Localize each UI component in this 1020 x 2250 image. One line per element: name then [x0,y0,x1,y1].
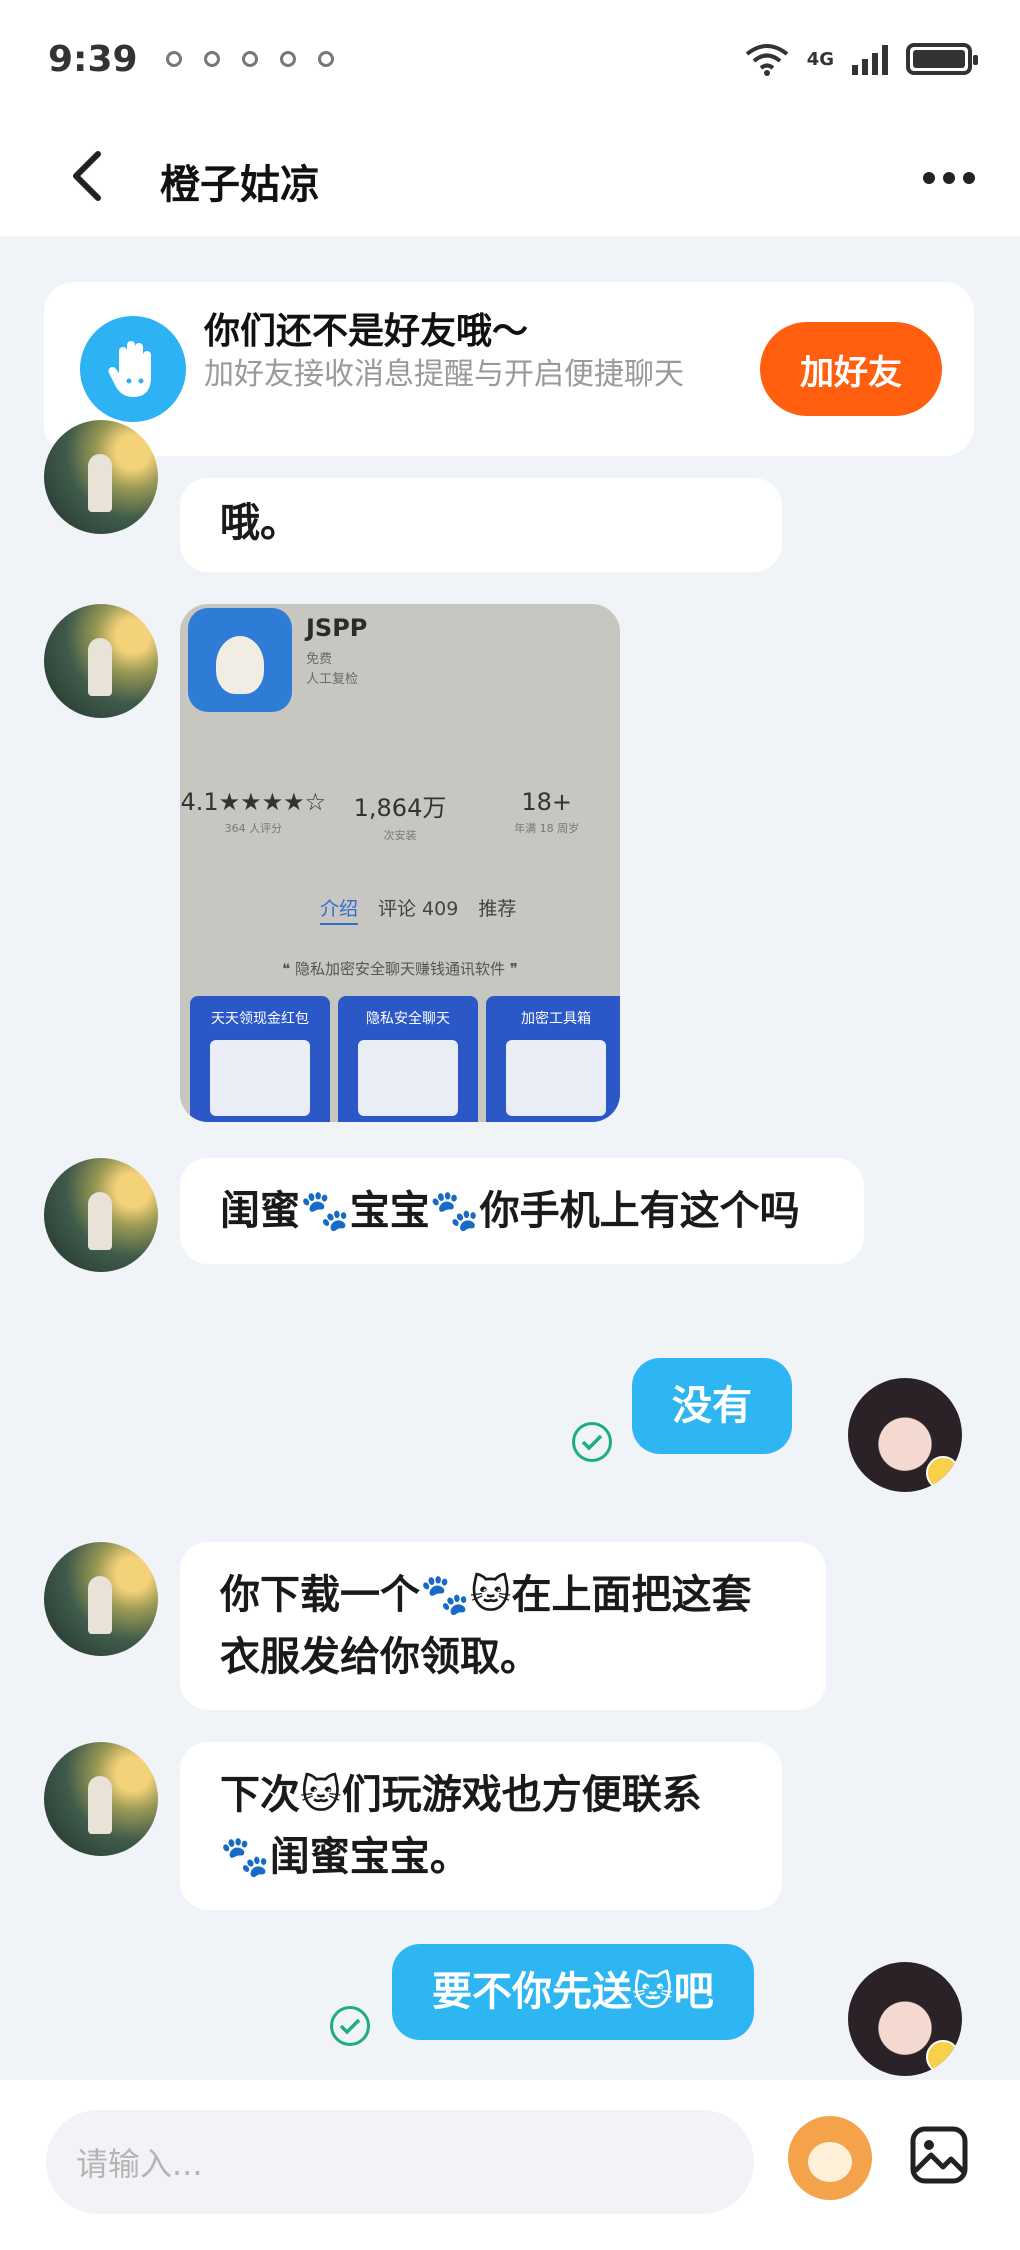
read-check-icon [572,1422,612,1462]
age-stat: 18+ 年满 18 周岁 [473,788,620,843]
message-bubble[interactable]: 下次🐱们玩游戏也方便联系🐾闺蜜宝宝。 [180,1742,782,1910]
message-input[interactable]: 请输入... [46,2110,754,2214]
chevron-left-icon [73,151,101,201]
notification-icon [317,51,334,67]
hand-wave-icon [80,316,186,422]
notification-icon [203,51,220,67]
nav-bar: 橙子姑凉 [0,118,1020,236]
not-friend-banner: 你们还不是好友哦～ 加好友接收消息提醒与开启便捷聊天 加好友 [44,282,974,456]
message-bubble[interactable]: 哦。 [180,478,782,572]
app-promos: 天天领现金红包 隐私安全聊天 加密工具箱 [190,996,620,1122]
app-name: JSPP [306,614,368,642]
status-time: 9:39 [48,38,138,80]
network-label: 4G [806,48,834,70]
banner-subtitle: 加好友接收消息提醒与开启便捷聊天 [204,357,684,392]
dot-icon [923,172,935,184]
notification-icon [165,51,182,67]
image-message[interactable]: JSPP 免费 人工复检 4.1★★★★☆ 364 人评分 1,864万 次安装… [180,604,620,1122]
installs-stat: 1,864万 次安装 [327,788,474,843]
tab-intro: 介绍 [320,894,359,925]
status-right: 4G [745,42,978,76]
rating-label: 364 人评分 [224,822,283,835]
sent-message-bubble[interactable]: 没有 [632,1358,792,1454]
rating-stat: 4.1★★★★☆ 364 人评分 [180,788,327,843]
my-avatar[interactable] [848,1378,962,1492]
dot-icon [943,172,955,184]
read-check-icon [330,2006,370,2046]
tab-reviews: 评论 409 [378,898,459,920]
promo-card: 天天领现金红包 [190,996,330,1122]
message-bubble[interactable]: 闺蜜🐾宝宝🐾你手机上有这个吗 [180,1158,864,1264]
tab-recommend: 推荐 [478,898,517,920]
emoji-badge-icon [926,2040,960,2074]
wifi-icon [745,44,788,76]
promo-card: 隐私安全聊天 [338,996,478,1122]
my-avatar[interactable] [848,1962,962,2076]
app-logo-icon [188,608,292,712]
notification-icon [279,51,296,67]
app-review-status: 人工复检 [306,672,359,687]
add-friend-button[interactable]: 加好友 [760,322,942,416]
page-title: 橙子姑凉 [160,162,320,208]
app-tabs: 介绍 评论 409 推荐 [320,894,516,925]
contact-avatar[interactable] [44,1542,158,1656]
notification-icon [241,51,258,67]
back-button[interactable] [56,146,116,206]
battery-icon [906,43,978,75]
contact-avatar[interactable] [44,1158,158,1272]
message-bubble[interactable]: 你下载一个🐾🐱在上面把这套衣服发给你领取。 [180,1542,826,1710]
sent-message-bubble[interactable]: 要不你先送🐱吧 [392,1944,754,2040]
installs-value: 1,864万 [353,794,447,822]
image-picker-button[interactable] [904,2120,974,2190]
rating-value: 4.1★★★★☆ [180,788,327,816]
notification-icons [165,51,334,67]
contact-avatar[interactable] [44,420,158,534]
banner-heading: 你们还不是好友哦～ [204,311,529,352]
emoji-badge-icon [926,1456,960,1490]
age-label: 年满 18 周岁 [514,822,580,835]
more-options-button[interactable] [914,150,984,206]
promo-card: 加密工具箱 [486,996,620,1122]
installs-label: 次安装 [383,829,417,842]
app-stats: 4.1★★★★☆ 364 人评分 1,864万 次安装 18+ 年满 18 周岁 [180,788,620,843]
app-price: 免费 [306,652,333,667]
image-icon [910,2126,968,2184]
sticker-mascot-icon[interactable] [788,2116,872,2200]
app-slogan: ❝ 隐私加密安全聊天赚钱通讯软件 ❞ [282,960,518,978]
contact-avatar[interactable] [44,604,158,718]
app-meta: 免费 人工复检 [306,650,358,690]
contact-avatar[interactable] [44,1742,158,1856]
signal-icon [852,43,888,75]
status-bar: 9:39 4G [0,0,1020,118]
age-value: 18+ [521,788,572,816]
dot-icon [963,172,975,184]
input-bar: 请输入... [0,2080,1020,2250]
